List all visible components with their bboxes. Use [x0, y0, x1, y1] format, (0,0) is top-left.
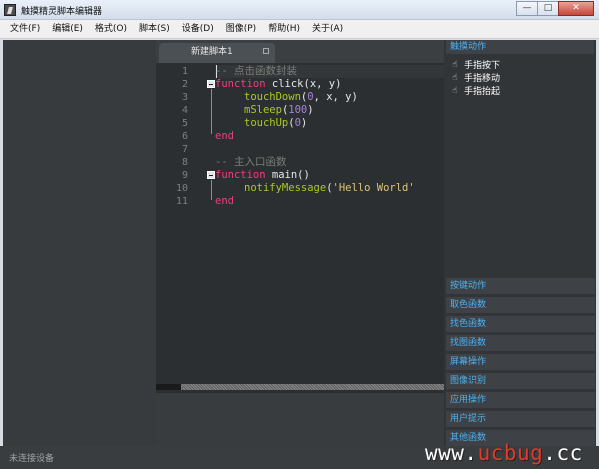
fold-guide [211, 89, 212, 134]
category-user-prompt[interactable]: 用户提示 [446, 411, 595, 427]
gesture-item[interactable]: ☝ 手指按下 [450, 58, 501, 72]
gesture-item[interactable]: ☝ 手指抬起 [450, 84, 501, 98]
code-line: end [215, 130, 234, 142]
workspace: 新建脚本1 1 2 3 4 5 6 7 8 9 10 11 -- 点击函数封装 … [3, 40, 596, 446]
category-key-actions[interactable]: 按键动作 [446, 278, 595, 294]
code-editor[interactable]: -- 点击函数封装 function click(x, y) touchDown… [215, 65, 444, 215]
line-number: 5 [181, 118, 188, 129]
category-get-color[interactable]: 取色函数 [446, 297, 595, 313]
window-controls: — □ ✕ [516, 1, 594, 16]
watermark: www. ucbug .cc [425, 440, 583, 465]
category-find-image[interactable]: 找图函数 [446, 335, 595, 351]
horizontal-scrollbar[interactable] [156, 384, 444, 390]
category-app[interactable]: 应用操作 [446, 392, 595, 408]
tab-script-1[interactable]: 新建脚本1 [159, 43, 275, 63]
menu-file[interactable]: 文件(F) [4, 20, 46, 39]
code-line: touchDown(0, x, y) [244, 91, 358, 103]
fold-toggle-icon[interactable] [207, 80, 215, 88]
line-number: 1 [181, 66, 188, 77]
scrollbar-thumb[interactable] [156, 384, 181, 390]
line-number: 7 [181, 144, 188, 155]
fold-toggle-icon[interactable] [207, 171, 215, 179]
code-line: mSleep(100) [244, 104, 314, 116]
hand-icon: ☝ [452, 85, 458, 96]
line-number: 10 [175, 183, 188, 194]
function-panel: 触摸动作 ☝ 手指按下 ☝ 手指移动 ☝ 手指抬起 按键动作 取色函数 找色函数… [444, 40, 596, 446]
code-line: -- 主入口函数 [215, 156, 287, 168]
output-panel [156, 392, 444, 446]
tab-close-icon[interactable] [263, 48, 269, 54]
line-number: 11 [175, 196, 188, 207]
fold-guide [211, 180, 212, 200]
code-line: notifyMessage('Hello World' [244, 182, 415, 194]
line-number: 9 [181, 170, 188, 181]
code-line: function click(x, y) [215, 78, 342, 90]
maximize-button[interactable]: □ [537, 1, 559, 16]
touch-actions-header[interactable]: 触摸动作 [446, 40, 594, 54]
tab-label: 新建脚本1 [191, 47, 233, 57]
window-title: 触摸精灵脚本编辑器 [21, 7, 103, 17]
code-line: touchUp(0) [244, 117, 308, 129]
menu-edit[interactable]: 编辑(E) [46, 20, 89, 39]
tab-strip: 新建脚本1 [156, 40, 444, 63]
connection-status: 未连接设备 [9, 454, 55, 464]
menu-device[interactable]: 设备(D) [176, 20, 220, 39]
close-button[interactable]: ✕ [558, 1, 594, 16]
left-panel [3, 40, 156, 446]
gesture-label: 手指抬起 [464, 87, 501, 97]
line-number: 6 [181, 131, 188, 142]
category-screen[interactable]: 屏幕操作 [446, 354, 595, 370]
gesture-label: 手指按下 [464, 61, 501, 71]
line-number: 3 [181, 92, 188, 103]
hand-icon: ☝ [452, 59, 458, 70]
minimize-button[interactable]: — [516, 1, 538, 16]
menu-about[interactable]: 关于(A) [306, 20, 349, 39]
menu-help[interactable]: 帮助(H) [262, 20, 306, 39]
hand-icon: ☝ [452, 72, 458, 83]
menu-script[interactable]: 脚本(S) [133, 20, 176, 39]
title-bar: 触摸精灵脚本编辑器 — □ ✕ [0, 0, 599, 20]
code-line: -- 点击函数封装 [215, 65, 297, 77]
gesture-label: 手指移动 [464, 74, 501, 84]
category-image-recognition[interactable]: 图像识别 [446, 373, 595, 389]
line-number: 2 [181, 79, 188, 90]
line-number: 8 [181, 157, 188, 168]
category-find-color[interactable]: 找色函数 [446, 316, 595, 332]
line-number-gutter: 1 2 3 4 5 6 7 8 9 10 11 [156, 65, 215, 215]
editor-area: 新建脚本1 1 2 3 4 5 6 7 8 9 10 11 -- 点击函数封装 … [156, 40, 444, 446]
menu-image[interactable]: 图像(P) [220, 20, 262, 39]
code-line: function main() [215, 169, 310, 181]
code-line: end [215, 195, 234, 207]
menu-format[interactable]: 格式(O) [89, 20, 133, 39]
gesture-item[interactable]: ☝ 手指移动 [450, 71, 501, 85]
app-icon [4, 4, 16, 16]
line-number: 4 [181, 105, 188, 116]
menu-bar: 文件(F) 编辑(E) 格式(O) 脚本(S) 设备(D) 图像(P) 帮助(H… [0, 20, 599, 39]
